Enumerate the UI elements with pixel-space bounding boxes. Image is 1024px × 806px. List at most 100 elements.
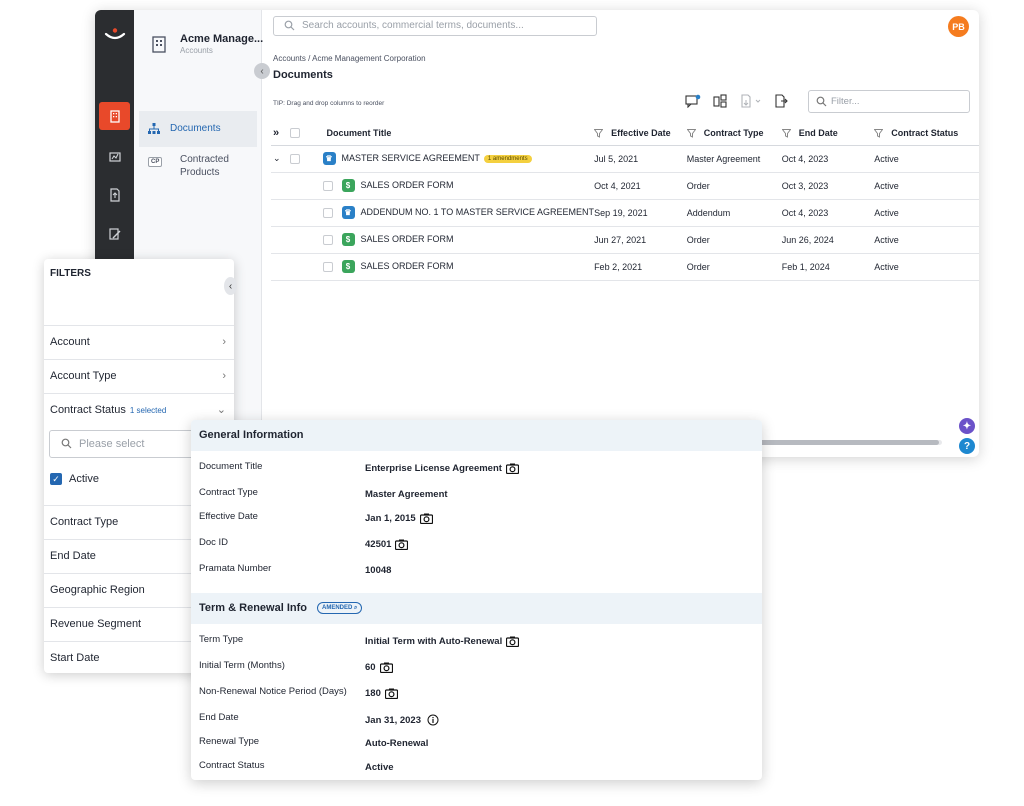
column-header-contract-type[interactable]: Contract Type — [686, 121, 782, 146]
filter-account[interactable]: Account › — [44, 325, 234, 359]
field-value: 180 — [365, 688, 381, 699]
column-label: Effective Date — [611, 127, 671, 138]
document-detail-card: General Information Document Title Enter… — [191, 420, 762, 780]
export-icon[interactable] — [774, 94, 788, 108]
comments-icon[interactable] — [685, 94, 701, 108]
document-title-cell[interactable]: $ SALES ORDER FORM — [308, 253, 595, 281]
expand-row-icon[interactable]: ⌄ — [271, 145, 290, 173]
effective-date-cell: Sep 19, 2021 — [594, 199, 687, 227]
document-title-cell[interactable]: $ SALES ORDER FORM — [308, 172, 595, 200]
detail-row-initial-term: Initial Term (Months) 60 — [191, 654, 762, 678]
compare-icon[interactable] — [713, 94, 727, 108]
checkbox-checked-icon[interactable]: ✓ — [50, 473, 62, 485]
filter-placeholder: Filter... — [831, 96, 860, 107]
indent-cell — [289, 199, 309, 227]
contract-status-cell: Active — [874, 145, 979, 173]
crown-icon: ♛ — [341, 206, 355, 219]
filter-funnel-icon[interactable] — [594, 128, 604, 138]
horizontal-scrollbar-thumb[interactable] — [759, 440, 939, 445]
field-label: Contract Status — [199, 760, 265, 771]
field-label: Pramata Number — [199, 563, 272, 574]
user-avatar[interactable]: PB — [948, 16, 969, 37]
document-title-cell[interactable]: ♛ MASTER SERVICE AGREEMENT 1 amendments — [308, 145, 595, 173]
effective-date-cell: Jun 27, 2021 — [594, 226, 687, 254]
filter-input[interactable]: Filter... — [808, 90, 970, 113]
row-checkbox-cell — [289, 145, 309, 173]
detail-row-contract-status: Contract Status Active — [191, 754, 762, 778]
brand-logo-icon[interactable] — [104, 28, 126, 42]
info-icon[interactable] — [427, 714, 439, 726]
table-row[interactable]: $ SALES ORDER FORM Oct 4, 2021 Order Oct … — [271, 172, 979, 200]
row-checkbox[interactable] — [322, 261, 333, 272]
indent-cell — [271, 226, 290, 254]
row-checkbox[interactable] — [322, 234, 333, 245]
column-header-contract-status[interactable]: Contract Status — [874, 121, 979, 146]
filter-funnel-icon[interactable] — [686, 128, 696, 138]
nav-item-contracted-products[interactable]: CP Contracted Products — [139, 153, 257, 183]
effective-date-cell: Feb 2, 2021 — [594, 253, 687, 281]
dollar-icon: $ — [341, 179, 355, 192]
indent-cell — [289, 226, 309, 254]
upload-file-icon — [109, 188, 120, 202]
column-header-end-date[interactable]: End Date — [781, 121, 875, 146]
global-search-input[interactable]: Search accounts, commercial terms, docum… — [273, 16, 597, 36]
column-header-effective-date[interactable]: Effective Date — [594, 121, 687, 146]
nav-item-documents[interactable]: Documents — [139, 111, 257, 147]
contract-type-cell: Order — [686, 172, 782, 200]
select-all-checkbox[interactable] — [289, 128, 300, 139]
accounts-rail-button[interactable] — [99, 102, 130, 130]
camera-icon[interactable] — [506, 636, 520, 647]
document-title: MASTER SERVICE AGREEMENT — [341, 152, 480, 163]
camera-icon[interactable] — [505, 463, 519, 474]
breadcrumb[interactable]: Accounts / Acme Management Corporation — [273, 54, 426, 63]
detail-row-end-date: End Date Jan 31, 2023 — [191, 706, 762, 730]
table-row[interactable]: ♛ ADDENDUM NO. 1 TO MASTER SERVICE AGREEM… — [271, 199, 979, 227]
search-icon — [284, 20, 295, 31]
upload-rail-button[interactable] — [99, 181, 130, 209]
document-title-cell[interactable]: $ SALES ORDER FORM — [308, 226, 595, 254]
lightbulb-icon[interactable]: ✦ — [959, 418, 975, 434]
filter-account-type[interactable]: Account Type › — [44, 359, 234, 393]
filter-funnel-icon[interactable] — [874, 128, 884, 138]
field-value: Active — [365, 762, 394, 773]
table-row[interactable]: ⌄ ♛ MASTER SERVICE AGREEMENT 1 amendments … — [271, 145, 979, 173]
camera-icon[interactable] — [379, 662, 393, 673]
expand-all-icon[interactable]: » — [271, 121, 290, 146]
camera-icon[interactable] — [384, 688, 398, 699]
table-row[interactable]: $ SALES ORDER FORM Jun 27, 2021 Order Jun… — [271, 226, 979, 254]
field-label: Document Title — [199, 461, 263, 472]
camera-icon[interactable] — [395, 539, 409, 550]
detail-row-effective-date: Effective Date Jan 1, 2015 — [191, 505, 762, 529]
close-filters-button[interactable]: ‹ — [224, 277, 237, 295]
field-value: Initial Term with Auto-Renewal — [365, 636, 503, 647]
table-row[interactable]: $ SALES ORDER FORM Feb 2, 2021 Order Feb … — [271, 253, 979, 281]
contract-type-cell: Addendum — [686, 199, 782, 227]
document-title-cell[interactable]: ♛ ADDENDUM NO. 1 TO MASTER SERVICE AGREEM… — [308, 199, 595, 227]
camera-icon[interactable] — [419, 513, 433, 524]
row-checkbox[interactable] — [289, 153, 300, 164]
help-icon[interactable]: ? — [959, 438, 975, 454]
search-placeholder: Please select — [79, 438, 145, 450]
row-checkbox[interactable] — [322, 207, 333, 218]
document-title: SALES ORDER FORM — [360, 260, 454, 271]
detail-row-renewal-type: Renewal Type Auto-Renewal — [191, 730, 762, 754]
section-title: Term & Renewal Info — [199, 602, 307, 614]
edit-rail-button[interactable] — [99, 220, 130, 248]
contract-status-cell: Active — [874, 226, 979, 254]
field-value: Jan 1, 2015 — [365, 513, 416, 524]
status-option-active[interactable]: ✓ Active — [50, 473, 99, 485]
hierarchy-icon — [148, 123, 160, 134]
dashboard-rail-button[interactable] — [99, 143, 130, 171]
amendments-badge[interactable]: 1 amendments — [483, 154, 532, 163]
building-icon — [152, 36, 166, 53]
detail-row-contract-type: Contract Type Master Agreement — [191, 481, 762, 505]
nav-item-label: Contracted Products — [180, 154, 229, 178]
download-dropdown-icon[interactable] — [740, 94, 764, 108]
field-label: Term Type — [199, 634, 244, 645]
filter-funnel-icon[interactable] — [781, 128, 791, 138]
column-header-document-title[interactable]: Document Title — [308, 121, 595, 146]
filter-label: Account Type — [50, 370, 117, 382]
field-value: 42501 — [365, 539, 392, 550]
row-checkbox[interactable] — [322, 180, 333, 191]
amended-badge[interactable]: AMENDED ⌕ — [316, 602, 363, 615]
